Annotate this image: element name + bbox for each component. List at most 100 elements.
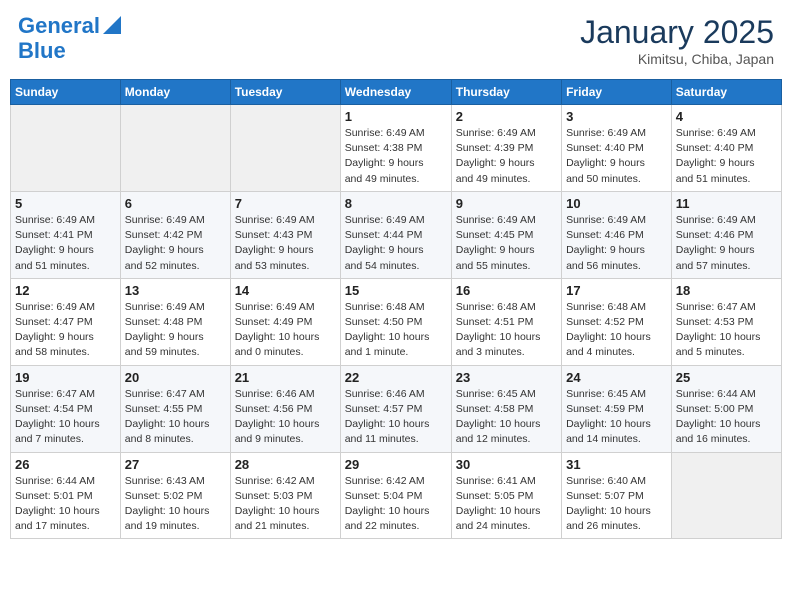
calendar-cell — [671, 452, 781, 539]
calendar-cell: 21Sunrise: 6:46 AMSunset: 4:56 PMDayligh… — [230, 365, 340, 452]
day-info: Sunrise: 6:48 AMSunset: 4:50 PMDaylight:… — [345, 300, 447, 361]
day-number: 19 — [15, 370, 116, 385]
calendar-cell: 12 Sunrise: 6:49 AMSunset: 4:47 PMDayligh… — [11, 278, 121, 365]
calendar-cell: 13 Sunrise: 6:49 AMSunset: 4:48 PMDayligh… — [120, 278, 230, 365]
day-number: 27 — [125, 457, 226, 472]
day-info: Sunrise: 6:49 AMSunset: 4:39 PMDaylight:… — [456, 126, 557, 187]
calendar-cell: 15 Sunrise: 6:48 AMSunset: 4:50 PMDayligh… — [340, 278, 451, 365]
day-number: 1 — [345, 109, 447, 124]
day-info: Sunrise: 6:47 AMSunset: 4:54 PMDaylight:… — [15, 387, 116, 448]
day-info: Sunrise: 6:49 AMSunset: 4:38 PMDaylight:… — [345, 126, 447, 187]
calendar-cell: 2 Sunrise: 6:49 AMSunset: 4:39 PMDaylight… — [451, 105, 561, 192]
day-info: Sunrise: 6:48 AMSunset: 4:51 PMDaylight:… — [456, 300, 557, 361]
week-row-2: 5 Sunrise: 6:49 AMSunset: 4:41 PMDaylight… — [11, 191, 782, 278]
day-info: Sunrise: 6:49 AMSunset: 4:47 PMDaylight:… — [15, 300, 116, 361]
day-info: Sunrise: 6:49 AMSunset: 4:40 PMDaylight:… — [566, 126, 667, 187]
day-info: Sunrise: 6:47 AMSunset: 4:55 PMDaylight:… — [125, 387, 226, 448]
calendar-cell: 27Sunrise: 6:43 AMSunset: 5:02 PMDayligh… — [120, 452, 230, 539]
weekday-header-row: SundayMondayTuesdayWednesdayThursdayFrid… — [11, 80, 782, 105]
calendar-cell: 5 Sunrise: 6:49 AMSunset: 4:41 PMDaylight… — [11, 191, 121, 278]
day-info: Sunrise: 6:49 AMSunset: 4:46 PMDaylight:… — [676, 213, 777, 274]
day-info: Sunrise: 6:45 AMSunset: 4:58 PMDaylight:… — [456, 387, 557, 448]
calendar-cell: 29 Sunrise: 6:42 AMSunset: 5:04 PMDayligh… — [340, 452, 451, 539]
calendar-cell: 26Sunrise: 6:44 AMSunset: 5:01 PMDayligh… — [11, 452, 121, 539]
day-number: 6 — [125, 196, 226, 211]
month-title: January 2025 — [580, 14, 774, 51]
calendar-cell: 18 Sunrise: 6:47 AMSunset: 4:53 PMDayligh… — [671, 278, 781, 365]
day-info: Sunrise: 6:49 AMSunset: 4:45 PMDaylight:… — [456, 213, 557, 274]
day-info: Sunrise: 6:44 AMSunset: 5:00 PMDaylight:… — [676, 387, 777, 448]
day-number: 9 — [456, 196, 557, 211]
day-info: Sunrise: 6:41 AMSunset: 5:05 PMDaylight:… — [456, 474, 557, 535]
calendar-cell: 4Sunrise: 6:49 AMSunset: 4:40 PMDaylight… — [671, 105, 781, 192]
day-number: 29 — [345, 457, 447, 472]
day-number: 3 — [566, 109, 667, 124]
calendar-cell: 10Sunrise: 6:49 AMSunset: 4:46 PMDayligh… — [562, 191, 672, 278]
day-number: 15 — [345, 283, 447, 298]
day-number: 11 — [676, 196, 777, 211]
weekday-header-tuesday: Tuesday — [230, 80, 340, 105]
day-info: Sunrise: 6:49 AMSunset: 4:48 PMDaylight:… — [125, 300, 226, 361]
page-header: General Blue January 2025 Kimitsu, Chiba… — [10, 10, 782, 71]
day-info: Sunrise: 6:40 AMSunset: 5:07 PMDaylight:… — [566, 474, 667, 535]
week-row-4: 19 Sunrise: 6:47 AMSunset: 4:54 PMDayligh… — [11, 365, 782, 452]
day-number: 31 — [566, 457, 667, 472]
day-number: 14 — [235, 283, 336, 298]
calendar-cell — [11, 105, 121, 192]
calendar-cell: 9 Sunrise: 6:49 AMSunset: 4:45 PMDaylight… — [451, 191, 561, 278]
calendar-cell: 31 Sunrise: 6:40 AMSunset: 5:07 PMDayligh… — [562, 452, 672, 539]
weekday-header-sunday: Sunday — [11, 80, 121, 105]
calendar-cell: 25 Sunrise: 6:44 AMSunset: 5:00 PMDayligh… — [671, 365, 781, 452]
day-number: 8 — [345, 196, 447, 211]
day-number: 28 — [235, 457, 336, 472]
week-row-1: 1 Sunrise: 6:49 AMSunset: 4:38 PMDaylight… — [11, 105, 782, 192]
day-info: Sunrise: 6:42 AMSunset: 5:04 PMDaylight:… — [345, 474, 447, 535]
week-row-5: 26Sunrise: 6:44 AMSunset: 5:01 PMDayligh… — [11, 452, 782, 539]
logo-text-general: General — [18, 14, 100, 38]
day-number: 22 — [345, 370, 447, 385]
day-number: 17 — [566, 283, 667, 298]
day-info: Sunrise: 6:42 AMSunset: 5:03 PMDaylight:… — [235, 474, 336, 535]
calendar-cell: 1 Sunrise: 6:49 AMSunset: 4:38 PMDaylight… — [340, 105, 451, 192]
weekday-header-thursday: Thursday — [451, 80, 561, 105]
calendar-cell: 11 Sunrise: 6:49 AMSunset: 4:46 PMDayligh… — [671, 191, 781, 278]
calendar-cell: 16 Sunrise: 6:48 AMSunset: 4:51 PMDayligh… — [451, 278, 561, 365]
day-number: 23 — [456, 370, 557, 385]
day-number: 24 — [566, 370, 667, 385]
day-info: Sunrise: 6:49 AMSunset: 4:44 PMDaylight:… — [345, 213, 447, 274]
day-number: 5 — [15, 196, 116, 211]
calendar-cell: 8 Sunrise: 6:49 AMSunset: 4:44 PMDaylight… — [340, 191, 451, 278]
day-info: Sunrise: 6:47 AMSunset: 4:53 PMDaylight:… — [676, 300, 777, 361]
logo-icon — [103, 16, 121, 34]
weekday-header-friday: Friday — [562, 80, 672, 105]
weekday-header-monday: Monday — [120, 80, 230, 105]
day-number: 21 — [235, 370, 336, 385]
calendar-cell: 7Sunrise: 6:49 AMSunset: 4:43 PMDaylight… — [230, 191, 340, 278]
day-info: Sunrise: 6:48 AMSunset: 4:52 PMDaylight:… — [566, 300, 667, 361]
calendar-cell: 14Sunrise: 6:49 AMSunset: 4:49 PMDayligh… — [230, 278, 340, 365]
calendar-cell: 30 Sunrise: 6:41 AMSunset: 5:05 PMDayligh… — [451, 452, 561, 539]
day-number: 12 — [15, 283, 116, 298]
calendar-cell: 23 Sunrise: 6:45 AMSunset: 4:58 PMDayligh… — [451, 365, 561, 452]
calendar-cell: 3 Sunrise: 6:49 AMSunset: 4:40 PMDaylight… — [562, 105, 672, 192]
day-info: Sunrise: 6:49 AMSunset: 4:46 PMDaylight:… — [566, 213, 667, 274]
calendar-cell: 20 Sunrise: 6:47 AMSunset: 4:55 PMDayligh… — [120, 365, 230, 452]
calendar-cell: 24 Sunrise: 6:45 AMSunset: 4:59 PMDayligh… — [562, 365, 672, 452]
day-number: 16 — [456, 283, 557, 298]
day-number: 13 — [125, 283, 226, 298]
location-subtitle: Kimitsu, Chiba, Japan — [580, 51, 774, 67]
day-number: 18 — [676, 283, 777, 298]
calendar-cell: 22Sunrise: 6:46 AMSunset: 4:57 PMDayligh… — [340, 365, 451, 452]
day-number: 2 — [456, 109, 557, 124]
day-info: Sunrise: 6:49 AMSunset: 4:41 PMDaylight:… — [15, 213, 116, 274]
calendar-cell: 17 Sunrise: 6:48 AMSunset: 4:52 PMDayligh… — [562, 278, 672, 365]
day-number: 20 — [125, 370, 226, 385]
day-info: Sunrise: 6:45 AMSunset: 4:59 PMDaylight:… — [566, 387, 667, 448]
day-number: 30 — [456, 457, 557, 472]
day-info: Sunrise: 6:49 AMSunset: 4:40 PMDaylight:… — [676, 126, 777, 187]
title-area: January 2025 Kimitsu, Chiba, Japan — [580, 14, 774, 67]
day-number: 25 — [676, 370, 777, 385]
day-info: Sunrise: 6:44 AMSunset: 5:01 PMDaylight:… — [15, 474, 116, 535]
day-info: Sunrise: 6:49 AMSunset: 4:43 PMDaylight:… — [235, 213, 336, 274]
calendar-cell: 6Sunrise: 6:49 AMSunset: 4:42 PMDaylight… — [120, 191, 230, 278]
